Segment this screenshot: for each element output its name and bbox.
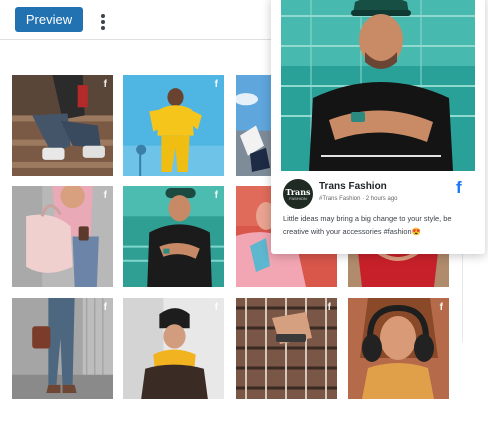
facebook-icon: f: [327, 302, 331, 313]
feed-post-7[interactable]: [348, 252, 449, 287]
canvas-border: [462, 252, 463, 342]
post-caption: Little ideas may bring a big change to y…: [283, 214, 452, 236]
post-photo: [236, 75, 272, 176]
facebook-icon: f: [103, 190, 107, 201]
post-photo: [123, 75, 224, 176]
facebook-icon: f: [103, 79, 107, 90]
post-photo: [12, 186, 113, 287]
facebook-icon: f: [214, 190, 218, 201]
feed-post-8[interactable]: f: [12, 298, 113, 399]
preview-button[interactable]: Preview: [15, 7, 83, 32]
post-popup-card[interactable]: Trans FASHION Trans Fashion #Trans Fashi…: [271, 0, 485, 254]
feed-post-1[interactable]: f: [12, 75, 113, 176]
facebook-icon[interactable]: f: [456, 178, 462, 198]
account-avatar[interactable]: Trans FASHION: [283, 179, 313, 209]
post-photo: [236, 298, 337, 399]
account-name[interactable]: Trans Fashion: [319, 181, 387, 192]
post-photo: [123, 186, 224, 287]
popup-post-photo: [281, 0, 475, 171]
feed-post-4[interactable]: f: [12, 186, 113, 287]
post-photo: [12, 75, 113, 176]
avatar-logo-subtext: FASHION: [289, 196, 307, 201]
facebook-icon: f: [439, 302, 443, 313]
feed-post-2[interactable]: f: [123, 75, 224, 176]
post-photo: [123, 298, 224, 399]
facebook-icon: f: [214, 302, 218, 313]
feed-post-3[interactable]: [236, 75, 272, 176]
post-photo: [12, 298, 113, 399]
facebook-icon: f: [103, 302, 107, 313]
feed-post-5[interactable]: f: [123, 186, 224, 287]
feed-post-11[interactable]: f: [348, 298, 449, 399]
facebook-icon: f: [214, 79, 218, 90]
more-options-icon[interactable]: [92, 5, 114, 35]
post-photo: [348, 252, 449, 287]
feed-post-10[interactable]: f: [236, 298, 337, 399]
feed-post-9[interactable]: f: [123, 298, 224, 399]
post-photo: [348, 298, 449, 399]
post-meta: #Trans Fashion · 2 hours ago: [319, 196, 398, 202]
avatar-logo-text: Trans: [285, 187, 311, 197]
toolbar-divider: [0, 39, 280, 40]
